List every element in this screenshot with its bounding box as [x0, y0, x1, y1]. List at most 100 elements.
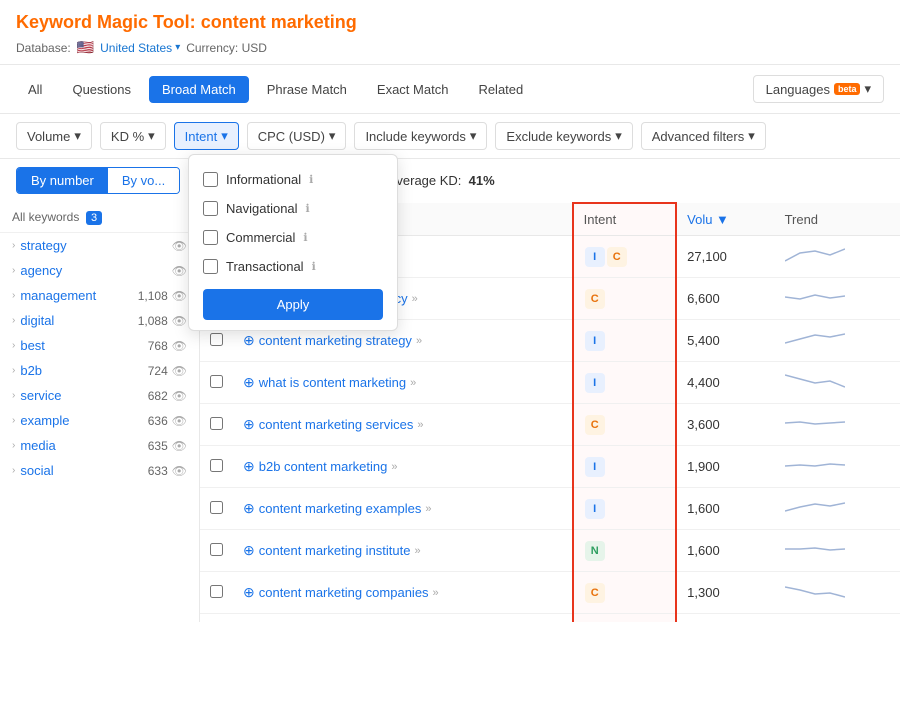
trend-chart	[785, 621, 845, 622]
keyword-link[interactable]: ⊕ content marketing examples »	[243, 500, 562, 517]
eye-icon[interactable]: 👁	[172, 439, 187, 453]
sidebar-item[interactable]: ›media 635👁	[0, 433, 199, 458]
plus-icon: ⊕	[243, 584, 255, 601]
country-selector[interactable]: United States ▾	[100, 41, 180, 55]
row-checkbox[interactable]	[210, 459, 223, 472]
volume-value: 1,600	[676, 530, 774, 572]
tab-all[interactable]: All	[16, 77, 54, 102]
country-name: United States	[100, 41, 172, 55]
tab-phrase-match[interactable]: Phrase Match	[255, 77, 359, 102]
eye-icon[interactable]: 👁	[172, 289, 187, 303]
filter-advanced[interactable]: Advanced filters ▾	[641, 122, 766, 150]
sidebar-item[interactable]: ›best 768👁	[0, 333, 199, 358]
col-volume[interactable]: Volu ▼	[676, 203, 774, 236]
languages-button[interactable]: Languages beta ▾	[753, 75, 884, 103]
sidebar: All keywords 3 ›strategy 👁 ›agency 👁 ›ma…	[0, 202, 200, 622]
eye-icon[interactable]: 👁	[172, 364, 187, 378]
filter-kd[interactable]: KD % ▾	[100, 122, 166, 150]
eye-icon[interactable]: 👁	[172, 339, 187, 353]
intent-badge-c: C	[585, 415, 605, 435]
transactional-checkbox[interactable]	[203, 259, 218, 274]
toggle-by-number[interactable]: By number	[17, 168, 108, 193]
navigational-checkbox[interactable]	[203, 201, 218, 216]
row-checkbox[interactable]	[210, 333, 223, 346]
sidebar-item[interactable]: ›example 636👁	[0, 408, 199, 433]
tab-broad-match[interactable]: Broad Match	[149, 76, 249, 103]
intent-option-informational[interactable]: Informational ℹ	[189, 165, 397, 194]
commercial-checkbox[interactable]	[203, 230, 218, 245]
informational-checkbox[interactable]	[203, 172, 218, 187]
intent-badge-c: C	[607, 247, 627, 267]
sidebar-item[interactable]: ›social 633👁	[0, 458, 199, 483]
sidebar-kw: digital	[20, 313, 54, 328]
row-checkbox[interactable]	[210, 417, 223, 430]
intent-option-transactional[interactable]: Transactional ℹ	[189, 252, 397, 281]
expand-icon: »	[425, 503, 431, 515]
sidebar-item[interactable]: ›strategy 👁	[0, 233, 199, 258]
filter-intent[interactable]: Intent ▾	[174, 122, 239, 150]
table-row: ⊕ content marketing services » C 3,600	[200, 404, 900, 446]
expand-icon: ›	[12, 390, 15, 401]
table-row: ⊕ content marketing companies » C 1,300	[200, 572, 900, 614]
filter-exclude[interactable]: Exclude keywords ▾	[495, 122, 632, 150]
sidebar-kw: b2b	[20, 363, 42, 378]
navigational-label: Navigational	[226, 201, 298, 216]
keyword-link[interactable]: ⊕ content marketing institute »	[243, 542, 562, 559]
row-checkbox[interactable]	[210, 543, 223, 556]
keyword-link[interactable]: ⊕ content marketing companies »	[243, 584, 562, 601]
plus-icon: ⊕	[243, 416, 255, 433]
flag-icon: 🇺🇸	[77, 39, 94, 56]
intent-badge-i: I	[585, 499, 605, 519]
eye-icon[interactable]: 👁	[172, 389, 187, 403]
filter-include[interactable]: Include keywords ▾	[354, 122, 487, 150]
sidebar-count: 768	[148, 339, 168, 353]
sidebar-item[interactable]: ›service 682👁	[0, 383, 199, 408]
chevron-down-icon: ▾	[615, 128, 622, 144]
sidebar-item[interactable]: ›agency 👁	[0, 258, 199, 283]
sidebar-count: 724	[148, 364, 168, 378]
table-row: ⊕ content marketing definition » I 1,300	[200, 614, 900, 623]
keyword-link[interactable]: ⊕ b2b content marketing »	[243, 458, 562, 475]
sidebar-item[interactable]: ›b2b 724👁	[0, 358, 199, 383]
sidebar-count: 1,088	[138, 314, 168, 328]
row-checkbox[interactable]	[210, 375, 223, 388]
info-icon: ℹ	[309, 173, 313, 186]
row-checkbox[interactable]	[210, 501, 223, 514]
toggle-by-volume[interactable]: By vo...	[108, 168, 179, 193]
currency-label: Currency: USD	[186, 41, 267, 55]
chevron-down-icon: ▾	[748, 128, 755, 144]
expand-icon: »	[391, 461, 397, 473]
filter-intent-label: Intent	[185, 129, 218, 144]
plus-icon: ⊕	[243, 332, 255, 349]
sidebar-kw: example	[20, 413, 69, 428]
tab-questions[interactable]: Questions	[60, 77, 143, 102]
filter-cpc[interactable]: CPC (USD) ▾	[247, 122, 347, 150]
apply-button[interactable]: Apply	[203, 289, 383, 320]
eye-icon[interactable]: 👁	[172, 264, 187, 278]
sidebar-item[interactable]: ›digital 1,088👁	[0, 308, 199, 333]
eye-icon[interactable]: 👁	[172, 314, 187, 328]
chevron-down-icon: ▾	[175, 42, 180, 53]
col-intent: Intent	[573, 203, 676, 236]
expand-icon: »	[410, 377, 416, 389]
table-row: ⊕ content marketing institute » N 1,600	[200, 530, 900, 572]
filter-volume[interactable]: Volume ▾	[16, 122, 92, 150]
eye-icon[interactable]: 👁	[172, 239, 187, 253]
tab-related[interactable]: Related	[466, 77, 535, 102]
keyword-link[interactable]: ⊕ what is content marketing »	[243, 374, 562, 391]
plus-icon: ⊕	[243, 458, 255, 475]
intent-option-navigational[interactable]: Navigational ℹ	[189, 194, 397, 223]
tab-exact-match[interactable]: Exact Match	[365, 77, 461, 102]
filter-cpc-label: CPC (USD)	[258, 129, 325, 144]
keyword-link[interactable]: ⊕ content marketing strategy »	[243, 332, 562, 349]
sidebar-item[interactable]: ›management 1,108👁	[0, 283, 199, 308]
info-icon: ℹ	[303, 231, 307, 244]
plus-icon: ⊕	[243, 542, 255, 559]
volume-value: 1,300	[676, 572, 774, 614]
header-sub: Database: 🇺🇸 United States ▾ Currency: U…	[16, 39, 884, 56]
eye-icon[interactable]: 👁	[172, 464, 187, 478]
row-checkbox[interactable]	[210, 585, 223, 598]
eye-icon[interactable]: 👁	[172, 414, 187, 428]
keyword-link[interactable]: ⊕ content marketing services »	[243, 416, 562, 433]
intent-option-commercial[interactable]: Commercial ℹ	[189, 223, 397, 252]
